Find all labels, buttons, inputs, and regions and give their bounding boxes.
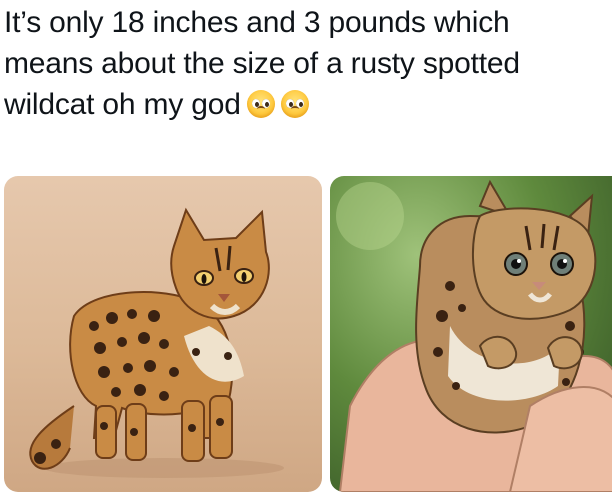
photo-kitten-in-hands[interactable] xyxy=(330,176,612,492)
tweet-post: It’s only 18 inches and 3 pounds which m… xyxy=(0,0,612,492)
pleading-face-icon xyxy=(246,90,275,118)
photo-standing-cat[interactable] xyxy=(4,176,322,492)
media-grid xyxy=(4,176,612,492)
tweet-text-line-3: wildcat oh my god xyxy=(4,84,604,125)
tweet-text-line-3-words: wildcat oh my god xyxy=(4,88,241,121)
tweet-text-line-2: means about the size of a rusty spotted xyxy=(4,47,520,80)
standing-cat-illustration xyxy=(29,207,284,478)
kitten-in-hands-illustration xyxy=(336,179,612,492)
tweet-text-line-1: It’s only 18 inches and 3 pounds which xyxy=(4,6,510,39)
pleading-face-icon xyxy=(280,90,309,118)
tweet-text: It’s only 18 inches and 3 pounds which m… xyxy=(4,2,604,125)
